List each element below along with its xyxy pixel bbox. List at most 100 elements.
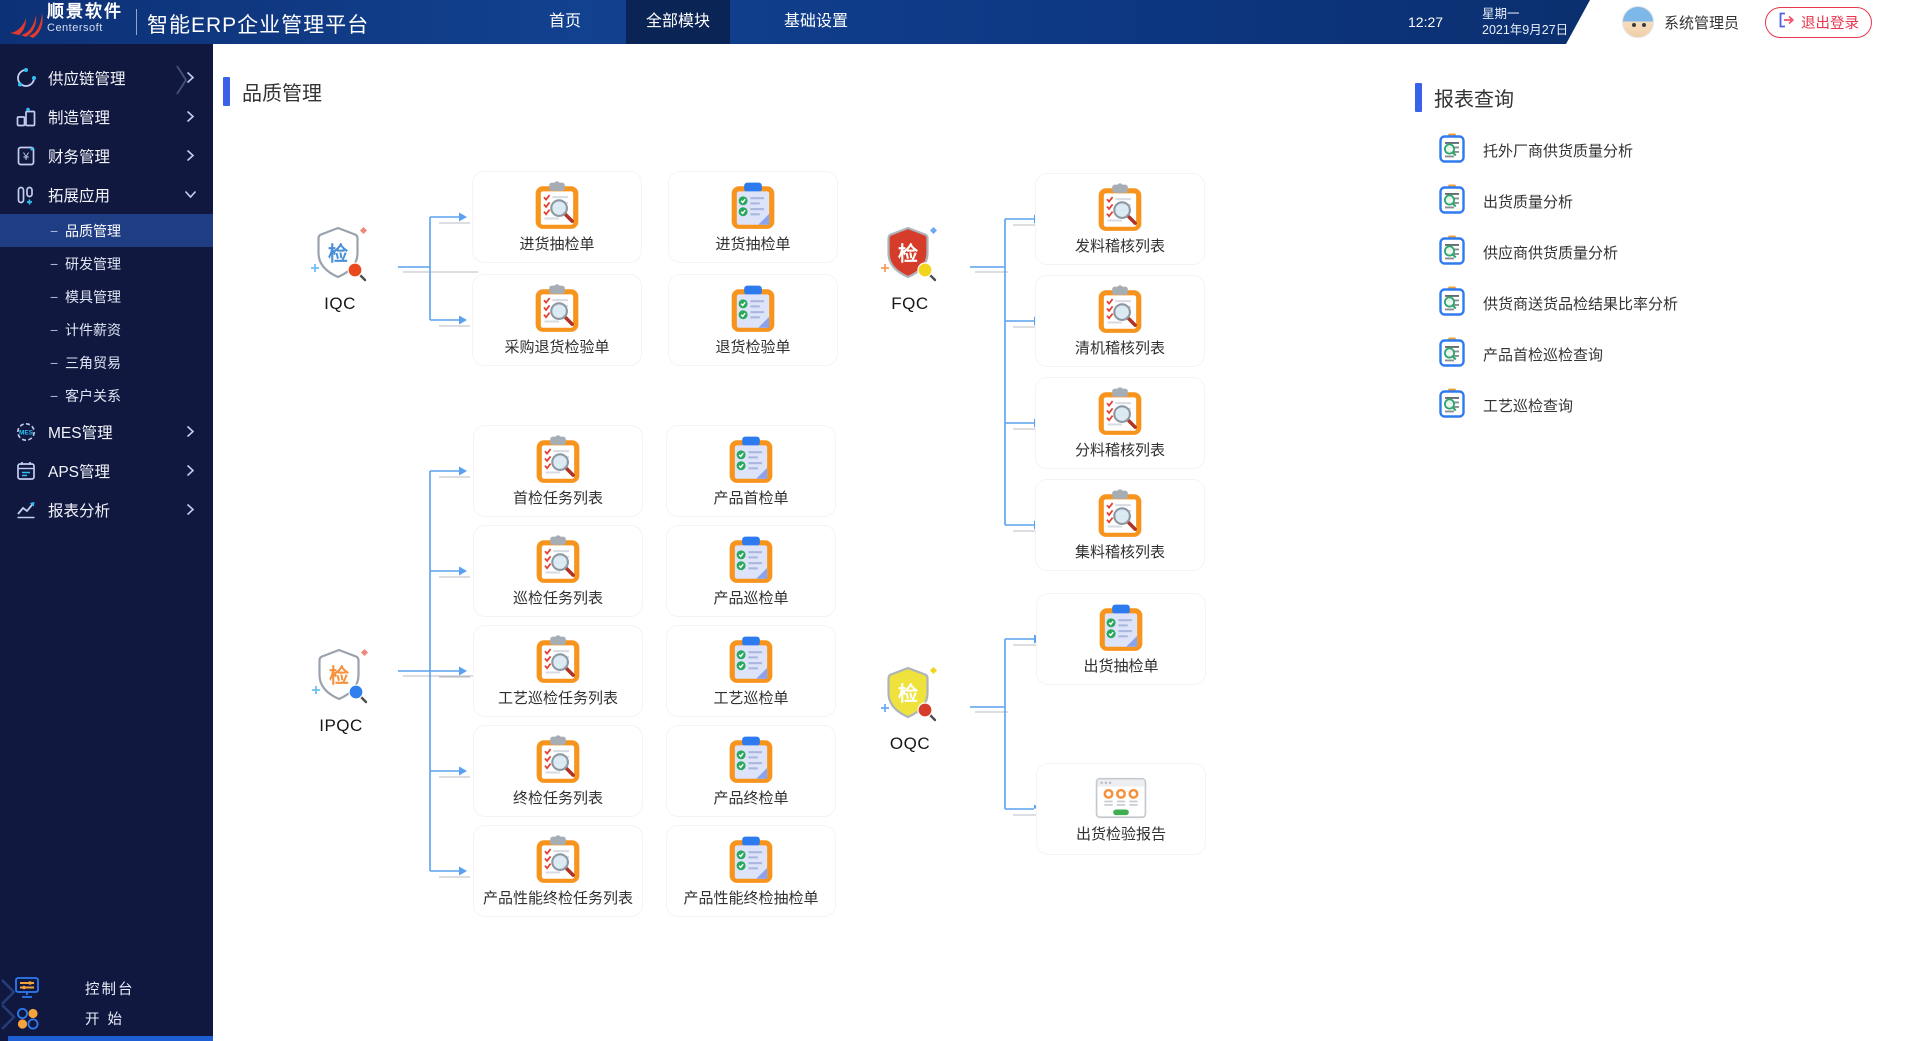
- main-content: 品质管理 报表查询 检 IQC 检 FQC 检 IPQC 检 OQC 进货抽检单…: [213, 44, 1918, 1041]
- flow-item-card[interactable]: 集料稽核列表: [1035, 479, 1205, 571]
- inspection-form-icon: [728, 181, 778, 231]
- flow-column-ipqc-col1: 首检任务列表 巡检任务列表 工艺巡检任务列表 终检任务列表 产品性能终检任务列表: [473, 425, 643, 917]
- svg-text:¥: ¥: [22, 151, 30, 163]
- flow-node-label: IPQC: [319, 716, 363, 735]
- flow-item-card[interactable]: 产品巡检单: [666, 525, 836, 617]
- flow-column-fqc-col: 发料稽核列表 清机稽核列表 分料稽核列表 集料稽核列表: [1035, 173, 1205, 571]
- sidebar-item-7[interactable]: 报表分析: [0, 490, 213, 529]
- nav-tab-all-modules[interactable]: 全部模块: [626, 0, 730, 44]
- report-window-icon: [1095, 775, 1147, 821]
- flow-item-card[interactable]: 首检任务列表: [473, 425, 643, 517]
- console-button[interactable]: 控制台: [0, 973, 213, 1003]
- flow-item-card[interactable]: 退货检验单: [668, 274, 838, 366]
- flow-node-ipqc: 检 IPQC: [296, 648, 386, 736]
- inspection-form-icon: [726, 835, 776, 885]
- mes-icon: MES: [14, 421, 38, 443]
- username-label: 系统管理员: [1664, 14, 1740, 32]
- sidebar-item-1[interactable]: 供应链管理: [0, 58, 213, 97]
- shield-check-icon: 检: [310, 226, 370, 289]
- flow-item-card[interactable]: 产品首检单: [666, 425, 836, 517]
- report-query-item[interactable]: 供应商供货质量分析: [1415, 227, 1895, 278]
- sidebar-item-3[interactable]: ¥ 财务管理: [0, 136, 213, 175]
- flow-item-card[interactable]: 工艺巡检任务列表: [473, 625, 643, 717]
- flow-item-card[interactable]: 产品性能终检任务列表: [473, 825, 643, 917]
- flow-item-card[interactable]: 出货检验报告: [1036, 763, 1206, 855]
- flow-item-label: 进货抽检单: [519, 235, 595, 253]
- flow-node-oqc: 检 OQC: [865, 666, 955, 754]
- sidebar-subitem-label: 计件薪资: [65, 321, 121, 338]
- chevron-right-icon: [186, 110, 195, 123]
- report-query-label: 供应商供货质量分析: [1483, 245, 1619, 262]
- flow-column-oqc-col: 出货抽检单 出货检验报告: [1036, 593, 1206, 855]
- flow-item-card[interactable]: 工艺巡检单: [666, 625, 836, 717]
- start-button[interactable]: 开 始: [0, 1003, 213, 1033]
- flow-item-card[interactable]: 巡检任务列表: [473, 525, 643, 617]
- sidebar-subitem[interactable]: − 模具管理: [0, 280, 213, 313]
- flow-item-label: 采购退货检验单: [504, 338, 610, 356]
- sidebar-item-5[interactable]: MES MES管理: [0, 412, 213, 451]
- flow-item-card[interactable]: 终检任务列表: [473, 725, 643, 817]
- sidebar-subitem[interactable]: − 计件薪资: [0, 313, 213, 346]
- report-query-icon: [1439, 337, 1465, 372]
- logout-button[interactable]: 退出登录: [1765, 6, 1873, 38]
- centersoft-swoosh-logo: [7, 5, 45, 44]
- flow-item-card[interactable]: 分料稽核列表: [1035, 377, 1205, 469]
- sidebar-subitem[interactable]: − 品质管理: [0, 214, 213, 247]
- report-query-item[interactable]: 供货商送货品检结果比率分析: [1415, 278, 1895, 329]
- sidebar-bottom-chevron-decoration: [0, 978, 18, 1037]
- inspection-list-icon: [533, 534, 583, 585]
- svg-text:检: 检: [328, 242, 348, 266]
- flow-item-card[interactable]: 出货抽检单: [1036, 593, 1206, 685]
- sidebar-subitem-label: 品质管理: [65, 222, 121, 239]
- report-query-item[interactable]: 产品首检巡检查询: [1415, 329, 1895, 380]
- report-query-item[interactable]: 托外厂商供货质量分析: [1415, 125, 1895, 176]
- report-analysis-icon: [14, 499, 38, 521]
- flow-item-card[interactable]: 产品终检单: [666, 725, 836, 817]
- sidebar: 供应链管理 制造管理 ¥ 财务管理 拓展应用 − 品质管理 − 研发管理 − 模具管理 − 计件薪资 − 三…: [0, 44, 213, 1041]
- inspection-list-icon: [1095, 386, 1145, 437]
- inspection-list-icon: [533, 634, 583, 685]
- dash-marker: −: [50, 321, 59, 338]
- report-query-icon: [1439, 184, 1465, 219]
- flow-item-card[interactable]: 采购退货检验单: [472, 274, 642, 366]
- flow-item-label: 产品终检单: [713, 789, 789, 807]
- dash-marker: −: [50, 354, 59, 371]
- top-navbar: 顺景软件 Centersoft 智能ERP企业管理平台 首页 全部模块 基础设置…: [0, 0, 1918, 44]
- flow-item-card[interactable]: 产品性能终检抽检单: [666, 825, 836, 917]
- report-query-item[interactable]: 工艺巡检查询: [1415, 380, 1895, 431]
- flow-item-label: 产品首检单: [713, 489, 789, 507]
- logout-icon: [1778, 12, 1795, 32]
- sidebar-item-2[interactable]: 制造管理: [0, 97, 213, 136]
- flow-item-label: 工艺巡检单: [713, 689, 789, 707]
- flow-item-card[interactable]: 进货抽检单: [668, 171, 838, 263]
- console-label: 控制台: [85, 981, 135, 998]
- report-query-icon: [1439, 235, 1465, 270]
- chevron-right-icon: [186, 71, 195, 84]
- report-query-item[interactable]: 出货质量分析: [1415, 176, 1895, 227]
- inspection-list-icon: [1095, 284, 1145, 335]
- sidebar-bottom-strip: [8, 1036, 213, 1041]
- extension-icon: [14, 184, 38, 206]
- logo-divider: [136, 9, 137, 35]
- sidebar-item-label: 财务管理: [48, 148, 111, 166]
- flow-item-label: 退货检验单: [715, 338, 791, 356]
- sidebar-item-4[interactable]: 拓展应用: [0, 175, 213, 214]
- flow-node-label: OQC: [889, 734, 931, 753]
- sidebar-item-6[interactable]: APS管理: [0, 451, 213, 490]
- nav-tab-basic-settings[interactable]: 基础设置: [754, 0, 878, 44]
- sidebar-subitem[interactable]: − 研发管理: [0, 247, 213, 280]
- flow-item-label: 出货检验报告: [1075, 825, 1166, 843]
- nav-tab-home[interactable]: 首页: [510, 0, 620, 44]
- flow-item-label: 集料稽核列表: [1074, 543, 1165, 561]
- flow-item-card[interactable]: 进货抽检单: [472, 171, 642, 263]
- inspection-list-icon: [532, 180, 582, 231]
- flow-item-label: 进货抽检单: [715, 235, 791, 253]
- sidebar-subitem[interactable]: − 三角贸易: [0, 346, 213, 379]
- sidebar-subitem[interactable]: − 客户关系: [0, 379, 213, 412]
- flow-item-label: 分料稽核列表: [1074, 441, 1165, 459]
- flow-item-label: 清机稽核列表: [1074, 339, 1165, 357]
- flow-item-card[interactable]: 发料稽核列表: [1035, 173, 1205, 265]
- flow-node-label: FQC: [891, 294, 929, 313]
- flow-item-card[interactable]: 清机稽核列表: [1035, 275, 1205, 367]
- sidebar-item-label: 报表分析: [48, 502, 111, 520]
